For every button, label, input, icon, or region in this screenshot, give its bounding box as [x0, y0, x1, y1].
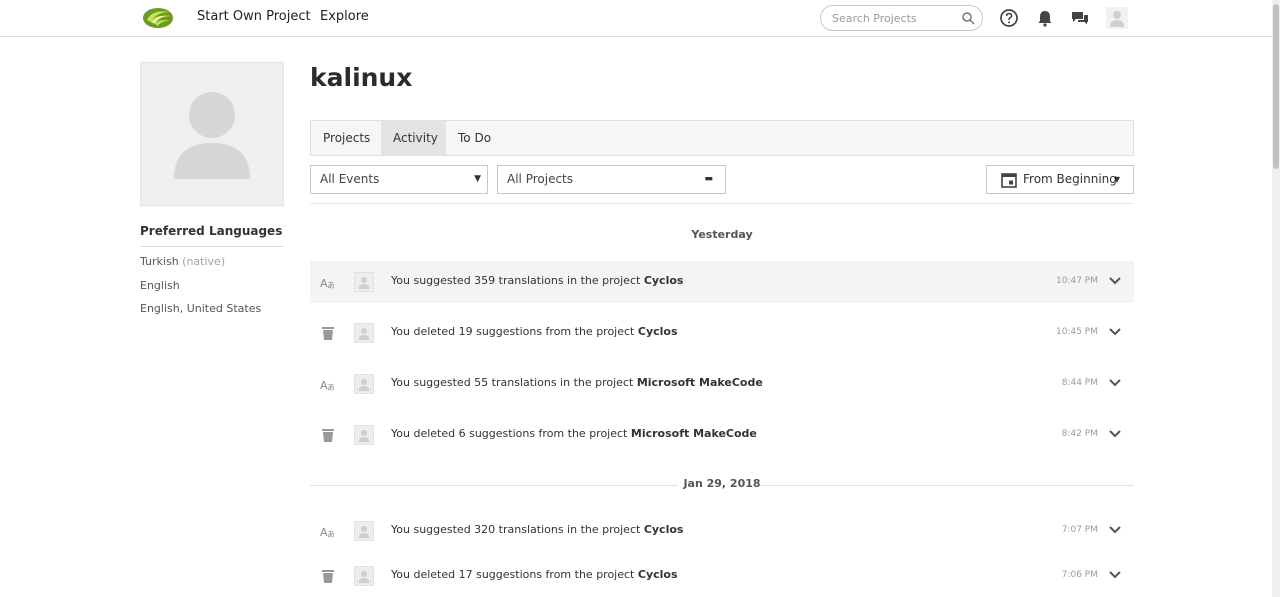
scrollbar-thumb[interactable] — [1273, 4, 1279, 169]
caret-down-icon: ▼ — [474, 174, 481, 184]
user-avatar-icon[interactable] — [1106, 7, 1128, 29]
activity-text: You deleted 17 suggestions from the proj… — [391, 568, 678, 581]
date-group-label: Yesterday — [691, 228, 753, 241]
language-name: Turkish — [140, 255, 179, 268]
caret-down-icon: ▼ — [1113, 175, 1120, 184]
crowdin-logo-icon[interactable] — [142, 6, 174, 30]
chevron-down-icon[interactable] — [1109, 326, 1121, 338]
chevron-down-icon[interactable] — [1109, 275, 1121, 287]
activity-time: 7:06 PM — [1061, 570, 1098, 580]
activity-row[interactable]: You deleted 19 suggestions from the proj… — [310, 312, 1134, 354]
user-avatar — [354, 566, 374, 586]
activity-text: You deleted 6 suggestions from the proje… — [391, 427, 757, 440]
language-item: English, United States — [140, 302, 261, 315]
activity-project-name: Cyclos — [643, 274, 684, 287]
activity-project-name: Microsoft MakeCode — [630, 427, 757, 440]
language-name: English, United States — [140, 302, 262, 315]
activity-time: 10:45 PM — [1056, 327, 1098, 337]
search-icon[interactable] — [961, 11, 975, 25]
activity-row[interactable]: You deleted 6 suggestions from the proje… — [310, 414, 1134, 456]
start-own-project-link[interactable]: Start Own Project — [197, 9, 311, 24]
projects-filter-value: All Projects — [507, 172, 573, 186]
user-avatar — [354, 374, 374, 394]
bell-icon[interactable] — [1035, 8, 1055, 28]
profile-photo — [140, 62, 284, 206]
activity-description: You suggested 359 translations in the pr… — [391, 274, 641, 287]
events-filter-value: All Events — [320, 172, 380, 186]
svg-text:あ: あ — [327, 383, 335, 392]
activity-description: You deleted 19 suggestions from the proj… — [391, 325, 635, 338]
tab-activity[interactable]: Activity — [381, 121, 446, 155]
chevron-down-icon[interactable] — [1109, 524, 1121, 536]
tab-to-do[interactable]: To Do — [446, 121, 506, 155]
profile-username: kalinux — [310, 63, 413, 92]
activity-text: You deleted 19 suggestions from the proj… — [391, 325, 678, 338]
activity-project-name: Microsoft MakeCode — [636, 376, 763, 389]
chat-icon[interactable] — [1070, 8, 1090, 28]
user-avatar — [354, 323, 374, 343]
date-group-heading: Jan 29, 2018 — [310, 477, 1134, 490]
date-range-label: From Beginning — [1023, 172, 1117, 186]
date-separator-line — [760, 485, 1134, 486]
activity-text: You suggested 359 translations in the pr… — [391, 274, 683, 287]
svg-text:あ: あ — [327, 281, 335, 290]
date-separator-line — [310, 485, 678, 486]
filters-divider — [310, 203, 1134, 204]
calendar-icon — [1001, 173, 1017, 188]
default-user-icon — [174, 92, 250, 179]
activity-description: You suggested 55 translations in the pro… — [391, 376, 634, 389]
activity-row[interactable]: A あ You suggested 359 translations in th… — [310, 261, 1134, 303]
svg-text:あ: あ — [327, 530, 335, 539]
activity-time: 8:44 PM — [1061, 378, 1098, 388]
trash-icon — [322, 327, 334, 340]
search-input[interactable] — [832, 10, 960, 27]
activity-row[interactable]: A あ You suggested 320 translations in th… — [310, 510, 1134, 552]
chevron-down-icon[interactable] — [1109, 569, 1121, 581]
help-circle-icon[interactable] — [999, 8, 1019, 28]
page-scrollbar[interactable] — [1272, 0, 1280, 597]
activity-text: You suggested 320 translations in the pr… — [391, 523, 683, 536]
activity-description: You deleted 6 suggestions from the proje… — [391, 427, 628, 440]
language-item: English — [140, 279, 180, 292]
date-range-button[interactable]: From Beginning ▼ — [986, 165, 1134, 194]
language-note: (native) — [182, 255, 226, 268]
preferred-languages-title: Preferred Languages — [140, 224, 284, 247]
profile-tabs: Projects Activity To Do — [310, 120, 1134, 156]
date-group-label: Jan 29, 2018 — [683, 477, 761, 490]
language-item: Turkish (native) — [140, 255, 225, 268]
user-avatar — [354, 425, 374, 445]
translate-icon: A あ — [320, 526, 335, 539]
search-box — [820, 5, 983, 31]
translate-icon: A あ — [320, 277, 335, 290]
activity-description: You deleted 17 suggestions from the proj… — [391, 568, 635, 581]
activity-description: You suggested 320 translations in the pr… — [391, 523, 641, 536]
translate-icon: A あ — [320, 379, 335, 392]
activity-time: 10:47 PM — [1056, 276, 1098, 286]
events-filter-select[interactable]: All Events ▼ — [310, 165, 488, 194]
activity-time: 8:42 PM — [1061, 429, 1098, 439]
activity-row[interactable]: You deleted 17 suggestions from the proj… — [310, 555, 1134, 597]
user-avatar — [354, 272, 374, 292]
trash-icon — [322, 429, 334, 442]
activity-project-name: Cyclos — [637, 568, 678, 581]
activity-text: You suggested 55 translations in the pro… — [391, 376, 763, 389]
explore-link[interactable]: Explore — [320, 9, 369, 24]
activity-time: 7:07 PM — [1061, 525, 1098, 535]
language-name: English — [140, 279, 180, 292]
activity-row[interactable]: A あ You suggested 55 translations in the… — [310, 363, 1134, 405]
chevron-down-icon[interactable] — [1109, 377, 1121, 389]
user-avatar — [354, 521, 374, 541]
tab-projects[interactable]: Projects — [311, 121, 381, 155]
activity-project-name: Cyclos — [643, 523, 684, 536]
activity-project-name: Cyclos — [637, 325, 678, 338]
top-navigation-bar: Start Own Project Explore — [0, 0, 1280, 37]
date-group-heading: Yesterday — [310, 228, 1134, 241]
projects-filter-select[interactable]: All Projects ▬ — [497, 165, 726, 194]
trash-icon — [322, 570, 334, 583]
caret-down-icon: ▬ — [704, 174, 713, 184]
chevron-down-icon[interactable] — [1109, 428, 1121, 440]
